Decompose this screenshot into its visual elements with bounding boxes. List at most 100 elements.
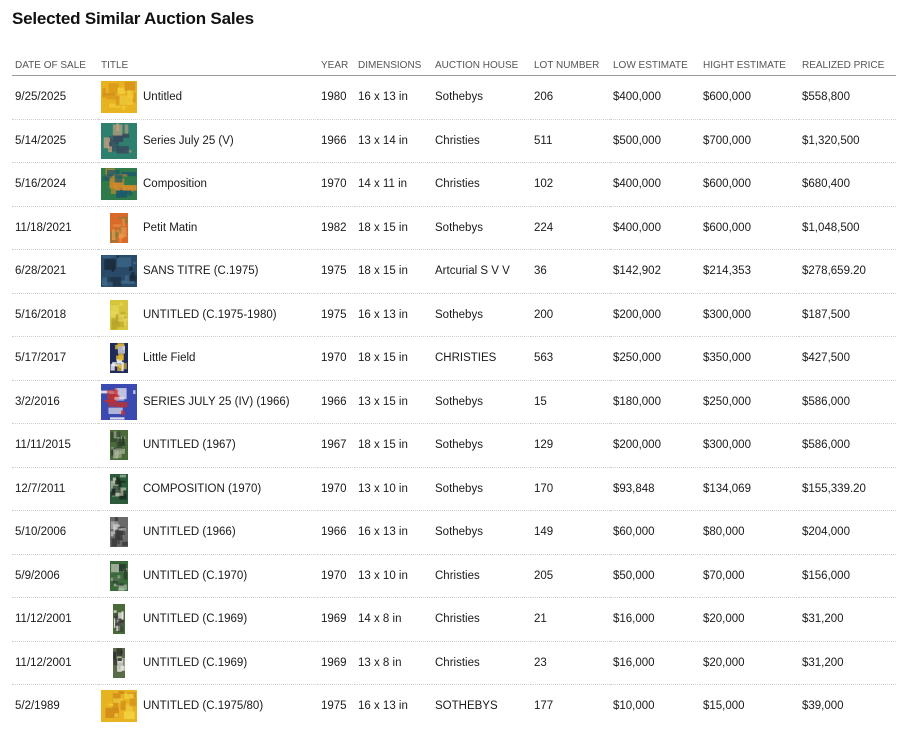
cell-price: $1,048,500 xyxy=(799,206,896,250)
cell-lot: 205 xyxy=(531,554,610,598)
cell-lot: 149 xyxy=(531,510,610,555)
artwork-thumbnail[interactable] xyxy=(101,122,137,159)
cell-title: UNTITLED (C.1970) xyxy=(98,554,318,598)
cell-house: Sothebys xyxy=(432,75,531,120)
table-row[interactable]: 11/12/2001 UNTITLED (C.1969) 1969 14 x 8 in… xyxy=(12,597,896,642)
table-row[interactable]: 5/2/1989 UNTITLED (C.1975/80) 1975 16 x 13 … xyxy=(12,685,896,728)
artwork-title[interactable]: Little Field xyxy=(143,352,195,364)
table-row[interactable]: 11/11/2015 UNTITLED (1967) 1967 18 x 15 in S… xyxy=(12,423,896,468)
artwork-title[interactable]: UNTITLED (C.1975/80) xyxy=(143,700,263,712)
artwork-thumbnail[interactable] xyxy=(101,427,137,463)
cell-year: 1980 xyxy=(318,75,355,120)
column-header-title[interactable]: TITLE xyxy=(98,52,318,76)
column-header-auction-house[interactable]: AUCTION HOUSE xyxy=(432,52,531,76)
table-row[interactable]: 9/25/2025 Untitled 1980 16 x 13 in Sothebys 2… xyxy=(12,75,896,120)
table-row[interactable]: 5/9/2006 UNTITLED (C.1970) 1970 13 x 10 in C… xyxy=(12,554,896,598)
green-grey-abstract-thumbnail xyxy=(110,560,128,591)
table-row[interactable]: 11/12/2001 UNTITLED (C.1969) 1969 13 x 8 in… xyxy=(12,641,896,685)
artwork-thumbnail[interactable] xyxy=(101,558,137,594)
cell-price: $187,500 xyxy=(799,293,896,337)
artwork-thumbnail[interactable] xyxy=(101,297,137,333)
artwork-thumbnail[interactable] xyxy=(101,688,137,724)
table-row[interactable]: 11/18/2021 Petit Matin 1982 18 x 15 in Sothe… xyxy=(12,206,896,250)
artwork-title[interactable]: Series July 25 (V) xyxy=(143,135,234,147)
cell-low: $16,000 xyxy=(610,641,700,685)
cell-high: $134,069 xyxy=(700,467,799,511)
artwork-thumbnail[interactable] xyxy=(101,601,137,637)
cell-dimensions: 13 x 8 in xyxy=(355,641,432,685)
cell-price: $31,200 xyxy=(799,597,896,642)
cell-high: $15,000 xyxy=(703,700,745,713)
cell-lot: 15 xyxy=(531,380,610,424)
cell-year: 1975 xyxy=(318,293,355,337)
artwork-title[interactable]: Petit Matin xyxy=(143,222,197,234)
artwork-thumbnail[interactable] xyxy=(101,79,137,115)
artwork-thumbnail[interactable] xyxy=(101,471,137,507)
cell-dimensions: 18 x 15 in xyxy=(355,423,432,468)
cell-high: $20,000 xyxy=(700,597,799,642)
table-row[interactable]: 3/2/2016 SERIES JULY 25 (IV) (1966) 1966 13… xyxy=(12,380,896,424)
artwork-thumbnail[interactable] xyxy=(101,514,137,550)
column-header-dimensions[interactable]: DIMENSIONS xyxy=(355,52,432,76)
artwork-title[interactable]: Untitled xyxy=(143,91,182,103)
cell-dimensions: 14 x 8 in xyxy=(355,597,432,642)
artwork-title[interactable]: SERIES JULY 25 (IV) (1966) xyxy=(143,396,290,408)
dark-green-abstract-thumbnail xyxy=(110,473,128,504)
cell-title: COMPOSITION (1970) xyxy=(98,467,318,511)
artwork-title[interactable]: SANS TITRE (C.1975) xyxy=(143,265,258,277)
narrow-green-abstract-thumbnail xyxy=(113,604,125,635)
artwork-title[interactable]: UNTITLED (C.1969) xyxy=(143,613,247,625)
table-row[interactable]: 12/7/2011 COMPOSITION (1970) 1970 13 x 10 i… xyxy=(12,467,896,511)
cell-date: 11/11/2015 xyxy=(12,423,98,468)
artwork-title[interactable]: UNTITLED (1967) xyxy=(143,439,236,451)
cell-lot: 170 xyxy=(531,467,610,511)
column-header-lot-number[interactable]: LOT NUMBER xyxy=(531,52,610,76)
artwork-title[interactable]: Composition xyxy=(143,178,207,190)
artwork-title[interactable]: COMPOSITION (1970) xyxy=(143,483,261,495)
cell-date: 11/18/2021 xyxy=(12,206,98,250)
title-cell-content: UNTITLED (1966) xyxy=(101,514,318,550)
artwork-title[interactable]: UNTITLED (C.1970) xyxy=(143,570,247,582)
cell-price: $586,000 xyxy=(799,380,896,424)
cell-high: $250,000 xyxy=(700,380,799,424)
cell-price: $156,000 xyxy=(799,554,896,598)
table-row[interactable]: 5/14/2025 Series July 25 (V) 1966 13 x 14 i… xyxy=(12,119,896,163)
cell-date: 5/9/2006 xyxy=(12,554,98,598)
cell-dimensions: 18 x 15 in xyxy=(355,336,432,381)
cell-house: Christies xyxy=(432,641,531,685)
table-row[interactable]: 5/16/2024 Composition 1970 14 x 11 in Christ… xyxy=(12,162,896,207)
table-row[interactable]: 5/10/2006 UNTITLED (1966) 1966 16 x 13 in So… xyxy=(12,510,896,555)
table-row[interactable]: 5/17/2017 Little Field 1970 18 x 15 in CHRIS… xyxy=(12,336,896,381)
cell-price: $39,000 xyxy=(802,700,844,713)
artwork-thumbnail[interactable] xyxy=(101,645,137,681)
cell-title: UNTITLED (C.1975-1980) xyxy=(98,293,318,337)
table-row[interactable]: 6/28/2021 SANS TITRE (C.1975) 1975 18 x 15 … xyxy=(12,249,896,294)
artwork-title[interactable]: UNTITLED (C.1975-1980) xyxy=(143,309,277,321)
cell-title: SERIES JULY 25 (IV) (1966) xyxy=(98,380,318,424)
column-header-year[interactable]: YEAR xyxy=(318,52,355,76)
cell-lot: 200 xyxy=(531,293,610,337)
cell-year: 1966 xyxy=(318,119,355,163)
artwork-thumbnail[interactable] xyxy=(101,383,137,420)
artwork-thumbnail[interactable] xyxy=(101,253,137,289)
yellow-abstract-thumbnail xyxy=(101,690,137,723)
title-cell-content: Little Field xyxy=(101,340,318,376)
cell-title: UNTITLED (C.1975/80) xyxy=(98,685,318,728)
cell-house: Sothebys xyxy=(432,510,531,555)
cell-high: $700,000 xyxy=(700,119,799,163)
artwork-thumbnail[interactable] xyxy=(101,340,137,376)
cell-title: UNTITLED (1966) xyxy=(98,510,318,555)
table-row[interactable]: 5/16/2018 UNTITLED (C.1975-1980) 1975 16 x … xyxy=(12,293,896,337)
column-header-low-estimate[interactable]: LOW ESTIMATE xyxy=(610,52,700,76)
table-header-row: DATE OF SALE TITLE YEAR DIMENSIONS AUCTI… xyxy=(12,52,896,76)
title-cell-content: Petit Matin xyxy=(101,210,318,246)
cell-title: Little Field xyxy=(98,336,318,381)
column-header-realized-price[interactable]: REALIZED PRICE xyxy=(799,52,896,76)
artwork-title[interactable]: UNTITLED (C.1969) xyxy=(143,657,247,669)
column-header-date[interactable]: DATE OF SALE xyxy=(12,52,98,76)
artwork-title[interactable]: UNTITLED (1966) xyxy=(143,526,236,538)
artwork-thumbnail[interactable] xyxy=(101,210,137,246)
column-header-high-estimate[interactable]: HIGHT ESTIMATE xyxy=(700,52,799,76)
cell-title: UNTITLED (C.1969) xyxy=(98,641,318,685)
artwork-thumbnail[interactable] xyxy=(101,166,137,202)
